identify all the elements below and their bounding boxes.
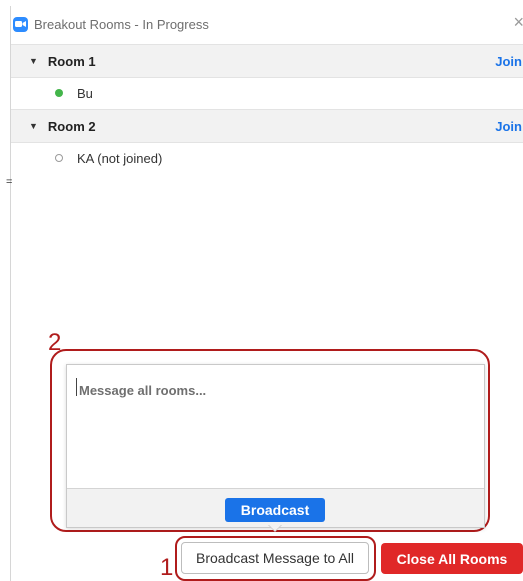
popup-footer: Broadcast	[67, 488, 484, 527]
room-name: Room 2	[47, 118, 96, 134]
broadcast-message-popup: Broadcast	[66, 364, 485, 528]
participant-name: KA (not joined)	[77, 150, 163, 166]
participant-row: Bu	[11, 77, 523, 109]
joined-status-icon	[55, 89, 63, 97]
close-all-rooms-button[interactable]: Close All Rooms	[381, 543, 523, 574]
room-header-room-2[interactable]: ▼ Room 2 Join	[11, 109, 523, 143]
broadcast-button[interactable]: Broadcast	[225, 498, 325, 522]
participant-name: Bu	[77, 85, 93, 101]
join-room-2-link[interactable]: Join	[495, 119, 522, 134]
room-header-room-1[interactable]: ▼ Room 1 Join	[11, 44, 523, 78]
window-edge-mark: =	[6, 176, 13, 188]
collapse-caret-icon[interactable]: ▼	[29, 56, 38, 66]
collapse-caret-icon[interactable]: ▼	[29, 121, 38, 131]
join-room-1-link[interactable]: Join	[495, 54, 522, 69]
participant-row: KA (not joined)	[11, 142, 523, 174]
zoom-camera-icon	[13, 16, 28, 32]
title-bar: Breakout Rooms - In Progress ×	[11, 6, 523, 42]
annotation-marker-1: 1	[160, 554, 174, 581]
broadcast-message-to-all-button[interactable]: Broadcast Message to All	[181, 542, 369, 574]
broadcast-message-input[interactable]	[77, 381, 471, 485]
not-joined-status-icon	[55, 154, 63, 162]
close-icon[interactable]: ×	[513, 13, 523, 31]
window-title: Breakout Rooms - In Progress	[34, 16, 209, 32]
room-name: Room 1	[47, 53, 96, 69]
popup-pointer-inner	[269, 525, 281, 531]
